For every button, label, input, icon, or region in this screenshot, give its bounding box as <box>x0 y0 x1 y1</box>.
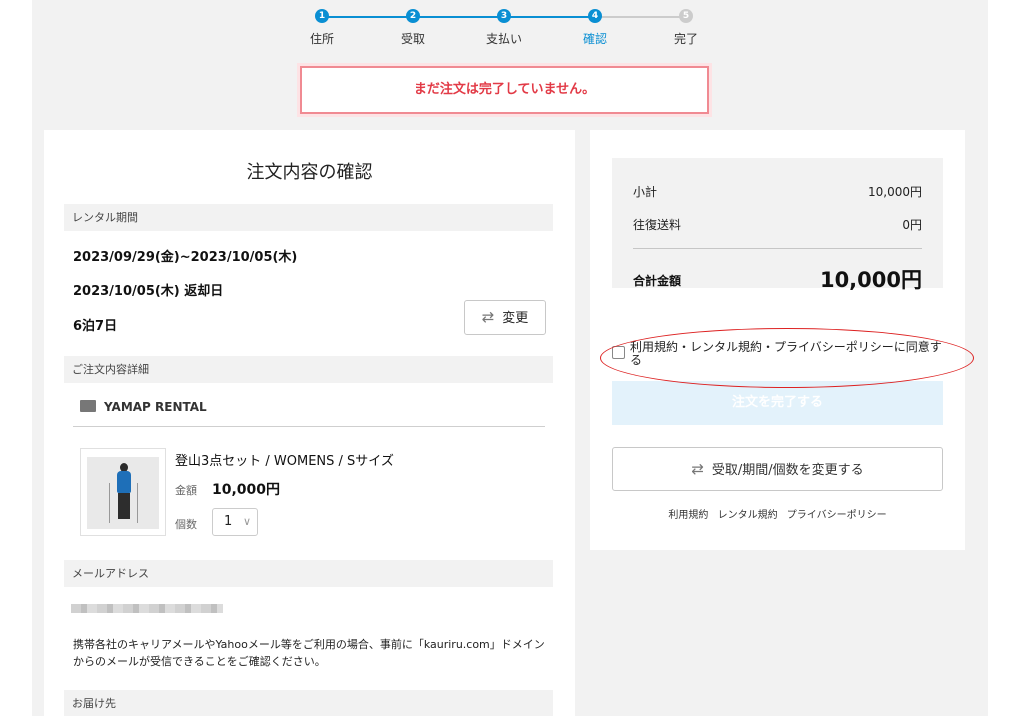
delivery-heading: お届け先 <box>64 690 553 716</box>
step-number: 2 <box>406 9 420 23</box>
email-heading: メールアドレス <box>64 560 553 587</box>
price-label: 金額 <box>175 484 197 497</box>
privacy-policy-link[interactable]: プライバシーポリシー <box>787 510 887 521</box>
divider <box>633 248 922 249</box>
terms-link[interactable]: 利用規約 <box>668 510 708 521</box>
shop-name: YAMAP RENTAL <box>104 400 207 414</box>
step-number: 4 <box>588 9 602 23</box>
step-label: 確認 <box>582 32 607 46</box>
step-number: 3 <box>497 9 511 23</box>
store-icon <box>80 400 96 412</box>
quantity-select[interactable]: 1 ∨ <box>212 508 258 536</box>
step-address: 1 住所 <box>292 9 352 47</box>
step-number: 5 <box>679 9 693 23</box>
step-label: 受取 <box>400 32 425 46</box>
order-details-panel: 注文内容の確認 レンタル期間 2023/09/29(金)~2023/10/05(… <box>44 130 575 716</box>
masked-email <box>71 604 223 613</box>
email-note: 携帯各社のキャリアメールやYahooメール等をご利用の場合、事前に「kaurir… <box>73 638 545 668</box>
step-label: 支払い <box>485 32 522 46</box>
product-thumbnail <box>80 448 166 536</box>
product-image <box>87 457 159 529</box>
policy-links: 利用規約 レンタル規約 プライバシーポリシー <box>612 506 943 521</box>
product-name: 登山3点セット / WOMENS / Sサイズ <box>175 454 394 469</box>
product-price: 10,000円 <box>212 482 281 498</box>
total-value: 10,000円 <box>819 268 922 292</box>
rental-date-range: 2023/09/29(金)~2023/10/05(木) <box>73 250 298 265</box>
swap-icon: ⇄ <box>691 460 704 478</box>
rental-period-heading: レンタル期間 <box>64 204 553 231</box>
subtotal-label: 小計 <box>633 185 658 199</box>
shop-header: YAMAP RENTAL <box>80 400 207 414</box>
order-details-heading: ご注文内容詳細 <box>64 356 553 383</box>
shipping-value: 0円 <box>902 218 922 232</box>
quantity-value: 1 <box>224 514 233 529</box>
step-receive: 2 受取 <box>383 9 443 47</box>
step-number: 1 <box>315 9 329 23</box>
return-date: 2023/10/05(木) 返却日 <box>73 284 224 299</box>
rental-duration: 6泊7日 <box>73 319 118 334</box>
divider <box>73 426 545 427</box>
subtotal-row: 小計 10,000円 <box>633 183 922 200</box>
modify-button-label: 受取/期間/個数を変更する <box>711 463 864 478</box>
shipping-row: 往復送料 0円 <box>633 216 922 233</box>
stepper-progress-line <box>322 16 595 18</box>
step-payment: 3 支払い <box>474 9 534 47</box>
change-button-label: 変更 <box>502 311 529 326</box>
chevron-down-icon: ∨ <box>242 515 251 528</box>
modify-order-button[interactable]: ⇄ 受取/期間/個数を変更する <box>612 447 943 491</box>
subtotal-value: 10,000円 <box>868 185 922 199</box>
page-title: 注文内容の確認 <box>246 162 373 183</box>
total-label: 合計金額 <box>633 274 682 288</box>
price-summary: 小計 10,000円 往復送料 0円 合計金額 10,000円 <box>612 158 943 292</box>
order-incomplete-alert: まだ注文は完了していません。 <box>297 63 712 117</box>
swap-icon: ⇄ <box>481 308 495 326</box>
shipping-label: 往復送料 <box>633 218 682 232</box>
step-confirm: 4 確認 <box>565 9 625 47</box>
quantity-label: 個数 <box>175 518 197 531</box>
rental-terms-link[interactable]: レンタル規約 <box>718 510 778 521</box>
step-label: 完了 <box>673 32 698 46</box>
step-complete: 5 完了 <box>656 9 716 47</box>
checkout-stepper: 1 住所 2 受取 3 支払い 4 確認 5 完了 <box>0 0 1024 60</box>
change-period-button[interactable]: ⇄ 変更 <box>464 300 546 335</box>
highlight-ellipse <box>600 328 974 388</box>
step-label: 住所 <box>309 32 334 46</box>
